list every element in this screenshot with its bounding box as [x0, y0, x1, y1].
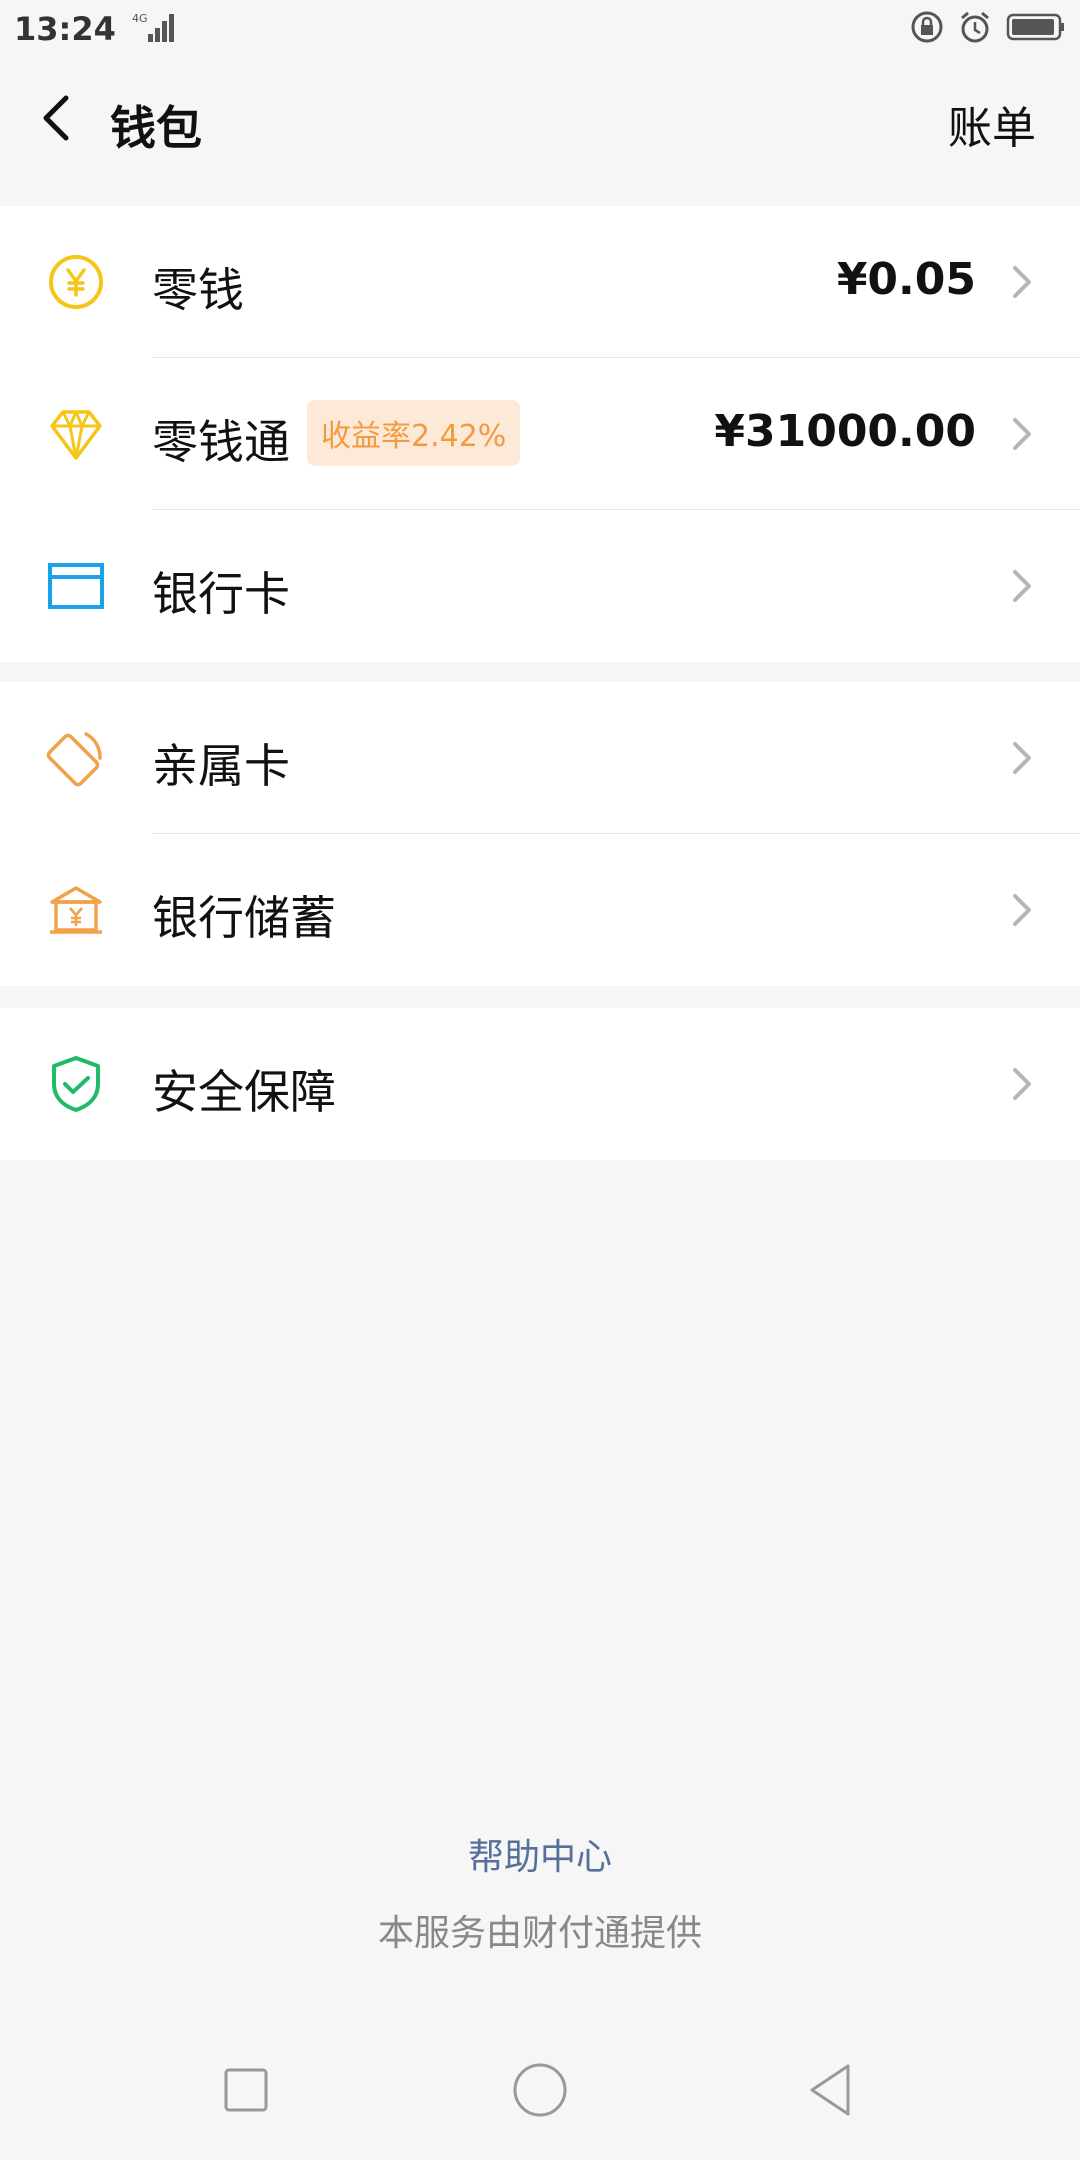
chevron-right-icon	[1010, 568, 1034, 604]
system-nav-bar	[0, 2040, 1080, 2140]
chevron-right-icon	[1010, 740, 1034, 776]
bill-button[interactable]: 账单	[948, 92, 1036, 156]
status-time: 13:24	[14, 10, 116, 48]
lock-rotation-icon	[910, 10, 944, 48]
row-security[interactable]: 安全保障	[0, 1008, 1080, 1160]
yen-coin-icon	[46, 252, 106, 312]
page-title: 钱包	[110, 101, 202, 155]
help-center-link[interactable]: 帮助中心	[0, 1828, 1080, 1880]
bank-card-label: 银行卡	[152, 567, 290, 621]
row-family-card[interactable]: 亲属卡	[0, 682, 1080, 834]
bank-card-icon	[46, 556, 106, 616]
wallet-group-primary: 零钱 ¥0.05 零钱通 收益率2.42% ¥31000.00 银行卡	[0, 206, 1080, 662]
lqt-label: 零钱通	[152, 415, 290, 469]
status-right	[910, 10, 1066, 48]
security-label: 安全保障	[152, 1065, 336, 1119]
family-card-icon	[46, 728, 106, 788]
battery-icon	[1006, 12, 1066, 46]
bank-savings-label: 银行储蓄	[152, 891, 336, 945]
network-type: 4G	[132, 12, 148, 25]
lqt-amount: ¥31000.00	[714, 406, 976, 457]
row-bank-card[interactable]: 银行卡	[0, 510, 1080, 662]
diamond-icon	[46, 404, 106, 464]
chevron-right-icon	[1010, 892, 1034, 928]
row-lqt[interactable]: 零钱通 收益率2.42% ¥31000.00	[0, 358, 1080, 510]
status-bar: 13:24 4G	[0, 0, 1080, 58]
signal-icon: 4G	[130, 10, 176, 48]
back-button[interactable]	[30, 88, 90, 148]
yield-badge: 收益率2.42%	[307, 400, 521, 466]
change-label: 零钱	[152, 263, 244, 317]
family-card-label: 亲属卡	[152, 739, 290, 793]
provider-text: 本服务由财付通提供	[377, 1913, 702, 1954]
home-button[interactable]	[508, 2058, 572, 2122]
square-icon	[224, 2068, 268, 2112]
wallet-group-security: 安全保障	[0, 1008, 1080, 1160]
back-nav-button[interactable]	[800, 2058, 864, 2122]
triangle-back-icon	[810, 2064, 850, 2116]
row-bank-savings[interactable]: 银行储蓄	[0, 834, 1080, 986]
chevron-left-icon	[43, 95, 69, 141]
chevron-right-icon	[1010, 264, 1034, 300]
chevron-right-icon	[1010, 416, 1034, 452]
chevron-right-icon	[1010, 1066, 1034, 1102]
circle-icon	[513, 2063, 567, 2117]
change-amount: ¥0.05	[836, 254, 976, 305]
status-left: 13:24 4G	[14, 10, 176, 48]
row-change[interactable]: 零钱 ¥0.05	[0, 206, 1080, 358]
recents-button[interactable]	[214, 2058, 278, 2122]
wallet-group-secondary: 亲属卡 银行储蓄	[0, 682, 1080, 986]
header: 钱包 账单	[0, 58, 1080, 184]
bank-savings-icon	[46, 880, 106, 940]
alarm-icon	[958, 10, 992, 48]
shield-check-icon	[46, 1054, 106, 1114]
